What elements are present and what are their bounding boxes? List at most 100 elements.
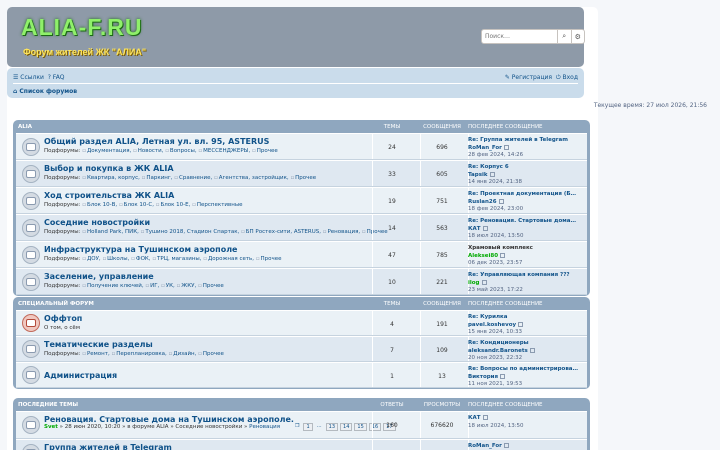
subforum-link[interactable]: Квартира, корпус,: [82, 175, 140, 181]
last-post-title[interactable]: Re: Корпус 6: [468, 164, 586, 172]
topic-forum-link[interactable]: Реновация: [249, 424, 280, 430]
search-icon[interactable]: ⌕: [557, 30, 571, 43]
last-post-author[interactable]: pavel.koshevoy: [468, 322, 516, 328]
forum-title[interactable]: Инфраструктура на Тушинском аэрополе: [44, 245, 237, 254]
subforum-link[interactable]: Тушино 2018, Стадион Спартак,: [141, 229, 240, 235]
view-latest-icon[interactable]: [503, 144, 509, 150]
subforum-link[interactable]: Прочее: [290, 175, 316, 181]
view-latest-icon[interactable]: [482, 225, 488, 231]
view-latest-icon[interactable]: [529, 347, 535, 353]
breadcrumb[interactable]: ⌂ Список форумов: [13, 88, 77, 95]
last-post-author[interactable]: ilog: [468, 280, 480, 286]
subforum-link[interactable]: Школы,: [102, 256, 129, 262]
subforum-link[interactable]: Реновация,: [323, 229, 360, 235]
menu-icon[interactable]: ☰: [13, 74, 20, 81]
view-latest-icon[interactable]: [498, 198, 504, 204]
last-post-author[interactable]: Виктория: [468, 374, 498, 380]
category-title[interactable]: ALIA: [18, 124, 32, 130]
subforum-link[interactable]: Дорожная сеть,: [203, 256, 254, 262]
advanced-search-icon[interactable]: ⚙: [570, 30, 585, 43]
last-post-author[interactable]: Aleksei80: [468, 253, 498, 259]
subforum-link[interactable]: Holland Park, ПИК,: [82, 229, 139, 235]
forum-title[interactable]: Выбор и покупка в ЖК ALIA: [44, 164, 174, 173]
subforum-link[interactable]: БП Ростех-сити, ASTERUS,: [241, 229, 321, 235]
category-title[interactable]: СПЕЦИАЛЬНЫЙ ФОРУМ: [18, 301, 94, 307]
subforum-link[interactable]: Ремонт,: [82, 351, 110, 357]
register-link[interactable]: Регистрация: [512, 74, 552, 81]
links-menu[interactable]: Ссылки: [20, 74, 44, 81]
subforum-link[interactable]: ДОУ,: [82, 256, 100, 262]
topic-title[interactable]: Группа жителей в Telegram: [44, 443, 172, 450]
last-post-author[interactable]: КАТ: [468, 226, 481, 232]
subforum-link[interactable]: МЕССЕНДЖЕРЫ,: [198, 148, 250, 154]
forum-title[interactable]: Общий раздел ALIA, Летная ул. вл. 95, AS…: [44, 137, 269, 146]
subforum-link[interactable]: Блок 10-С,: [119, 202, 154, 208]
last-post-title[interactable]: Re: Проектная документация (Б…: [468, 191, 586, 199]
subforum-link[interactable]: Сравнение,: [174, 175, 212, 181]
subforum-link[interactable]: Прочее: [198, 283, 224, 289]
view-latest-icon[interactable]: [518, 321, 524, 327]
view-latest-icon[interactable]: [500, 252, 506, 258]
forum-title[interactable]: Ход строительства ЖК ALIA: [44, 191, 174, 200]
breadcrumb-forum-index[interactable]: Список форумов: [19, 88, 77, 95]
last-post-author-line: КАТ: [468, 415, 488, 421]
subforum-link[interactable]: Перепланировка,: [111, 351, 166, 357]
subforum-link[interactable]: ТРЦ, магазины,: [152, 256, 201, 262]
subforum-link[interactable]: Документация,: [82, 148, 131, 154]
subforum-link[interactable]: Вопросы,: [165, 148, 196, 154]
view-latest-icon[interactable]: [482, 415, 488, 420]
topic-author[interactable]: Svet: [44, 424, 58, 430]
subforum-link[interactable]: Дизайн,: [169, 351, 197, 357]
subforum-link[interactable]: Паркинг,: [142, 175, 173, 181]
forum-title[interactable]: Заселение, управление: [44, 272, 154, 281]
subforum-link[interactable]: Получение ключей,: [82, 283, 143, 289]
page-link[interactable]: 14: [340, 423, 353, 431]
forum-title[interactable]: Соседние новостройки: [44, 218, 150, 227]
subforum-link[interactable]: Блок 10-Е,: [156, 202, 191, 208]
subforum-link[interactable]: Перспективные: [192, 202, 242, 208]
subforum-link[interactable]: ФОК,: [131, 256, 150, 262]
last-post: Re: Реновация. Стартовые дома… КАТ 18 июл …: [468, 218, 586, 241]
subforum-link[interactable]: ЖКУ,: [177, 283, 197, 289]
last-post-title[interactable]: Re: Группа жителей в Telegram: [468, 137, 586, 145]
subforum-link[interactable]: ИГ,: [145, 283, 159, 289]
page-link[interactable]: 15: [354, 423, 367, 431]
page-link[interactable]: 1: [303, 423, 313, 431]
subforum-link[interactable]: Прочее: [198, 351, 224, 357]
search-input[interactable]: [482, 30, 557, 43]
last-post-title[interactable]: Re: Вопросы по администрирова…: [468, 366, 586, 374]
last-post-date: 18 июл 2024, 13:50: [468, 233, 524, 239]
posts-count: 785: [436, 252, 448, 259]
page-link[interactable]: 13: [325, 423, 339, 431]
view-latest-icon[interactable]: [500, 373, 506, 379]
forum-title[interactable]: Тематические разделы: [44, 340, 153, 349]
last-post-author[interactable]: RoMan_For: [468, 443, 502, 449]
forum-title[interactable]: Оффтоп: [44, 314, 82, 323]
last-post-title[interactable]: Re: Реновация. Стартовые дома…: [468, 218, 586, 226]
subforum-link[interactable]: Агентства, застройщик,: [214, 175, 289, 181]
view-latest-icon[interactable]: [489, 171, 495, 177]
last-post: Re: Курилка pavel.koshevoy 15 янв 2024, 10…: [468, 314, 586, 337]
last-post-title[interactable]: Re: Управляющая компания ???: [468, 272, 586, 280]
view-latest-icon[interactable]: [481, 279, 487, 285]
faq-link[interactable]: FAQ: [53, 74, 65, 81]
subforum-link[interactable]: Новости,: [133, 148, 163, 154]
view-latest-icon[interactable]: [503, 443, 509, 448]
forum-title[interactable]: Администрация: [44, 371, 117, 380]
last-post-author[interactable]: Ruslan26: [468, 199, 497, 205]
subforum-link[interactable]: УК,: [161, 283, 175, 289]
last-post-author[interactable]: Tapsik: [468, 172, 488, 178]
login-link[interactable]: Вход: [563, 74, 579, 81]
col-last-post: ПОСЛЕДНЕЕ СООБЩЕНИЕ: [468, 401, 543, 408]
last-post-title[interactable]: Re: Кондиционеры: [468, 340, 586, 348]
last-post-author[interactable]: КАТ: [468, 415, 481, 421]
topic-title[interactable]: Реновация. Стартовые дома на Тушинском а…: [44, 415, 294, 424]
subforum-link[interactable]: Блок 10-В,: [82, 202, 117, 208]
site-logo[interactable]: ALIA-F.RU: [21, 14, 142, 41]
last-post-title[interactable]: Храмовый комплекс: [468, 245, 586, 253]
last-post-title[interactable]: Re: Курилка: [468, 314, 586, 322]
subforum-link[interactable]: Прочее: [252, 148, 278, 154]
last-post-author[interactable]: aleksandr.Baronets: [468, 348, 528, 354]
subforum-link[interactable]: Прочее: [256, 256, 282, 262]
last-post-author[interactable]: RoMan_For: [468, 145, 502, 151]
